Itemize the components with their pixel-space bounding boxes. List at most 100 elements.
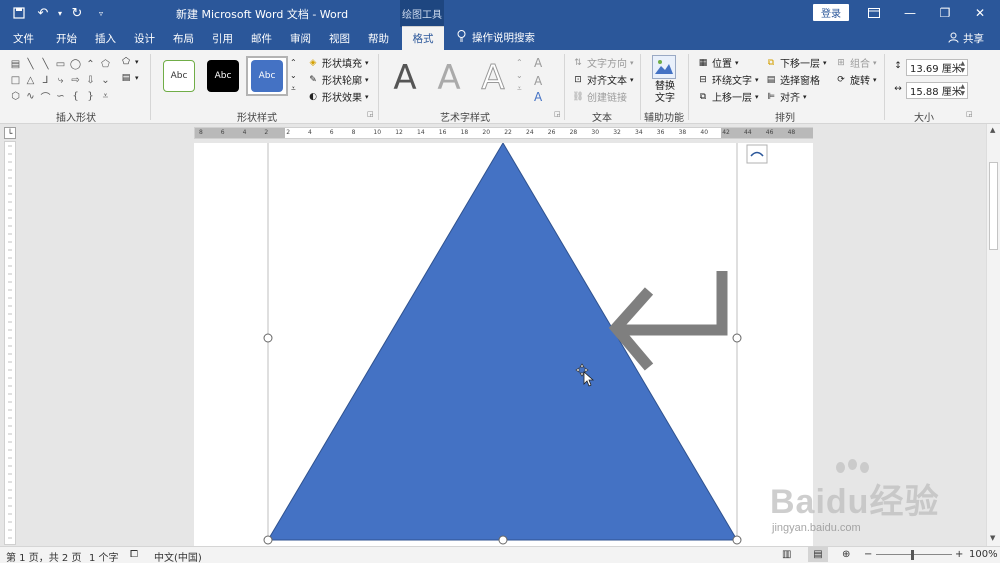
tell-me-search[interactable]: 操作说明搜索	[457, 30, 535, 45]
position-button[interactable]: ▦ 位置 ▾	[697, 55, 739, 71]
page-count[interactable]: 第 1 页，共 2 页	[6, 549, 81, 563]
save-icon[interactable]	[8, 4, 30, 22]
zoom-slider[interactable]	[876, 554, 952, 555]
wordart-style-2[interactable]: A	[429, 58, 469, 98]
scribble-shape-icon[interactable]: ∿	[23, 88, 38, 104]
read-mode-icon[interactable]: ▥	[782, 549, 791, 560]
wordart-style-3[interactable]: A	[473, 58, 513, 99]
text-outline-icon[interactable]: A	[534, 74, 542, 88]
curved-connector-icon[interactable]: ⤷	[53, 72, 68, 88]
tab-home[interactable]: 开始	[56, 31, 77, 46]
alt-text-icon[interactable]	[652, 55, 676, 79]
undo-icon[interactable]: ↶	[32, 4, 54, 22]
textbox-shape-icon[interactable]: ▤	[8, 56, 23, 72]
vertical-scrollbar[interactable]: ▲ ▼	[986, 124, 1000, 546]
text-direction-button[interactable]: ⇅ 文字方向 ▾	[572, 55, 633, 71]
style-swatch-white[interactable]: Abc	[163, 60, 195, 92]
edit-shape-icon[interactable]: ⬠	[98, 56, 113, 72]
tab-help[interactable]: 帮助	[368, 31, 389, 46]
alt-text-button[interactable]: 替换文字	[652, 81, 678, 105]
login-button[interactable]: 登录	[813, 4, 849, 21]
resize-handle-bottom-left[interactable]	[263, 535, 273, 545]
restore-icon[interactable]: ❐	[933, 3, 957, 23]
style-swatch-black[interactable]: Abc	[207, 60, 239, 92]
customize-qat-icon[interactable]: ▿	[90, 4, 112, 22]
zoom-in-icon[interactable]: +	[955, 549, 963, 560]
line-shape-icon[interactable]: ╲	[23, 56, 38, 72]
web-layout-icon[interactable]: ⊕	[842, 549, 850, 560]
scrollbar-thumb[interactable]	[989, 162, 998, 250]
align-text-button[interactable]: ⊡ 对齐文本 ▾	[572, 72, 633, 88]
create-link-button[interactable]: ⛓ 创建链接	[572, 89, 627, 105]
tab-references[interactable]: 引用	[212, 31, 233, 46]
close-icon[interactable]: ✕	[968, 3, 992, 23]
scroll-down-icon[interactable]: ⌄	[98, 72, 113, 88]
resize-handle-bottom-right[interactable]	[732, 535, 742, 545]
wordart-gallery-scroll[interactable]: ⌃ ⌄ ⩡	[516, 56, 523, 95]
tab-mailings[interactable]: 邮件	[251, 31, 272, 46]
triangle-shape[interactable]	[267, 143, 738, 541]
minimize-icon[interactable]: —	[898, 3, 922, 23]
resize-handle-left[interactable]	[263, 333, 273, 343]
horizontal-ruler[interactable]: 8 6 4 2 2 4 6 8 10 12 14 16 18 20 22 24 26 28 30 32 34 36 38 40…	[194, 127, 813, 139]
word-count[interactable]: 1 个字	[89, 549, 119, 563]
shape-width-field[interactable]: 15.88 厘米 ▲ ▼	[906, 82, 968, 99]
style-swatch-blue[interactable]: Abc	[251, 60, 283, 92]
group-button[interactable]: ⊞ 组合 ▾	[835, 55, 876, 71]
wordart-style-1[interactable]: A	[385, 58, 425, 98]
share-button[interactable]: 共享	[948, 31, 984, 46]
tab-insert[interactable]: 插入	[95, 31, 116, 46]
down-arrow-shape-icon[interactable]: ⇩	[83, 72, 98, 88]
height-spinner-icon[interactable]: ▲ ▼	[960, 60, 965, 74]
more-shapes-icon[interactable]: ⩡	[98, 88, 113, 104]
redo-icon[interactable]: ↻	[66, 4, 88, 22]
zoom-level[interactable]: 100%	[969, 549, 998, 560]
vertical-ruler[interactable]	[4, 141, 16, 545]
wrap-text-button[interactable]: ⊟ 环绕文字 ▾	[697, 72, 758, 88]
shape-effects-button[interactable]: ◐ 形状效果 ▾	[307, 89, 368, 105]
shape-fill-button[interactable]: ◈ 形状填充 ▾	[307, 55, 369, 71]
line2-shape-icon[interactable]: ╲	[38, 56, 53, 72]
selection-pane-button[interactable]: ▤ 选择窗格	[765, 72, 820, 88]
shape-outline-button[interactable]: ✎ 形状轮廓 ▾	[307, 72, 368, 88]
brace-left-icon[interactable]: {	[68, 88, 83, 104]
rectangle-shape-icon[interactable]: ▭	[53, 56, 68, 72]
square-shape-icon[interactable]: □	[8, 72, 23, 88]
shape-height-field[interactable]: 13.69 厘米 ▲ ▼	[906, 59, 968, 76]
size-launcher-icon[interactable]: ◲	[966, 110, 973, 118]
scroll-up-icon[interactable]: ⌃	[83, 56, 98, 72]
align-button[interactable]: ⊫ 对齐 ▾	[765, 89, 806, 105]
resize-handle-bottom[interactable]	[498, 535, 508, 545]
send-backward-button[interactable]: ⧉ 下移一层 ▾	[765, 55, 827, 71]
elbow-connector-icon[interactable]: ⅃	[38, 72, 53, 88]
oval-shape-icon[interactable]: ◯	[68, 56, 83, 72]
rotate-button[interactable]: ⟳ 旋转 ▾	[835, 72, 876, 88]
resize-handle-right[interactable]	[732, 333, 742, 343]
arc-shape-icon[interactable]: ⌒	[38, 88, 53, 104]
tab-format[interactable]: 格式	[402, 26, 444, 50]
freeform-shape-icon[interactable]: ⬡	[8, 88, 23, 104]
tab-review[interactable]: 审阅	[290, 31, 311, 46]
triangle-shape-icon[interactable]: △	[23, 72, 38, 88]
tab-design[interactable]: 设计	[134, 31, 155, 46]
language-indicator[interactable]: 中文(中国)	[154, 549, 202, 563]
zoom-out-icon[interactable]: −	[864, 549, 872, 560]
tab-selector[interactable]: └	[4, 127, 16, 139]
right-arrow-shape-icon[interactable]: ⇨	[68, 72, 83, 88]
text-fill-icon[interactable]: A	[534, 56, 542, 70]
tab-file[interactable]: 文件	[13, 31, 34, 46]
proofing-icon[interactable]: ⧠	[130, 549, 138, 560]
undo-dropdown-icon[interactable]: ▾	[56, 4, 64, 22]
edit-shape-button[interactable]: ⬠ ▾	[120, 56, 138, 68]
bring-forward-button[interactable]: ⧉ 上移一层 ▾	[697, 89, 759, 105]
tab-view[interactable]: 视图	[329, 31, 350, 46]
ribbon-display-options-icon[interactable]	[862, 3, 886, 23]
wave-shape-icon[interactable]: ∽	[53, 88, 68, 104]
shape-gallery[interactable]: ▤ ╲ ╲ ▭ ◯ ⌃ ⬠ □ △ ⅃ ⤷ ⇨ ⇩ ⌄ ⬡ ∿ ⌒ ∽ { } …	[8, 56, 116, 104]
width-spinner-icon[interactable]: ▲ ▼	[960, 83, 965, 97]
text-effects-icon[interactable]: A	[534, 90, 542, 104]
style-gallery-scroll[interactable]: ⌃ ⌄ ⩡	[290, 56, 297, 95]
wordart-launcher-icon[interactable]: ◲	[554, 110, 561, 118]
brace-right-icon[interactable]: }	[83, 88, 98, 104]
tab-layout[interactable]: 布局	[173, 31, 194, 46]
